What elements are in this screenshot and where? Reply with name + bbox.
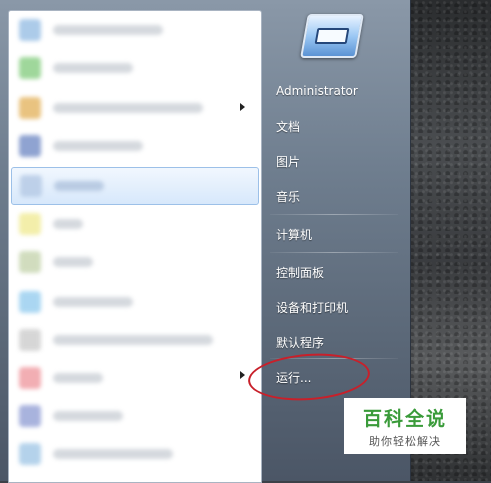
program-icon: [19, 57, 41, 79]
link-pictures[interactable]: 图片: [266, 147, 408, 175]
program-item-highlighted[interactable]: [11, 167, 259, 205]
watermark-subtitle: 助你轻松解决: [369, 434, 441, 448]
program-item[interactable]: [17, 15, 237, 45]
separator: [270, 214, 398, 215]
link-devices-printers[interactable]: 设备和打印机: [266, 293, 408, 321]
program-icon: [19, 367, 41, 389]
program-item[interactable]: [17, 439, 237, 469]
link-music[interactable]: 音乐: [266, 182, 408, 210]
program-item[interactable]: [17, 93, 237, 123]
program-icon: [19, 291, 41, 313]
program-icon: [19, 213, 41, 235]
program-icon: [19, 251, 41, 273]
link-computer[interactable]: 计算机: [266, 220, 408, 248]
program-item[interactable]: [17, 287, 237, 317]
submenu-arrow-icon[interactable]: [240, 103, 245, 111]
program-icon: [20, 175, 42, 197]
user-picture-icon: [314, 28, 350, 44]
program-item[interactable]: [17, 53, 237, 83]
program-item[interactable]: [17, 209, 237, 239]
program-item[interactable]: [17, 401, 237, 431]
program-item[interactable]: [17, 247, 237, 277]
program-icon: [19, 97, 41, 119]
submenu-arrow-icon[interactable]: [240, 371, 245, 379]
user-picture[interactable]: [300, 14, 364, 58]
link-administrator[interactable]: Administrator: [266, 77, 408, 105]
program-icon: [19, 19, 41, 41]
program-icon: [19, 329, 41, 351]
program-list: [8, 10, 262, 483]
program-item[interactable]: [17, 363, 237, 393]
program-item[interactable]: [17, 131, 237, 161]
program-icon: [19, 405, 41, 427]
watermark: 百科全说 助你轻松解决: [344, 398, 466, 454]
link-default-programs[interactable]: 默认程序: [266, 328, 408, 356]
watermark-title: 百科全说: [362, 407, 447, 430]
link-control-panel[interactable]: 控制面板: [266, 258, 408, 286]
program-icon: [19, 443, 41, 465]
link-documents[interactable]: 文档: [266, 112, 408, 140]
separator: [270, 252, 398, 253]
program-item[interactable]: [17, 325, 237, 355]
program-icon: [19, 135, 41, 157]
